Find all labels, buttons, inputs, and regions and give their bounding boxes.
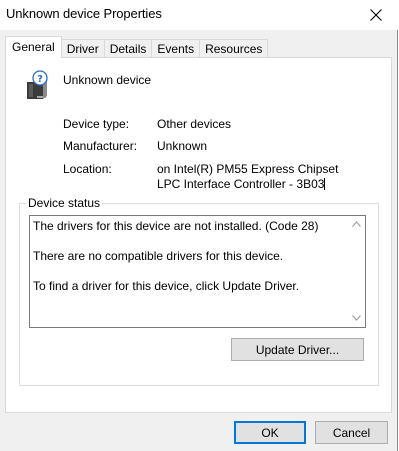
device-status-group: Device status The drivers for this devic…: [19, 196, 379, 386]
text-caret: [324, 178, 326, 190]
svg-text:?: ?: [37, 74, 43, 85]
scroll-up-icon[interactable]: [352, 221, 361, 227]
location-value-text: on Intel(R) PM55 Express Chipset LPC Int…: [157, 162, 339, 191]
unknown-device-icon: ?: [27, 70, 48, 99]
properties-dialog: Unknown device Properties General Driver…: [0, 0, 398, 451]
update-driver-button[interactable]: Update Driver...: [231, 338, 364, 361]
cancel-button[interactable]: Cancel: [315, 421, 388, 444]
device-status-textbox[interactable]: The drivers for this device are not inst…: [29, 215, 366, 328]
window-title: Unknown device Properties: [6, 6, 162, 21]
manufacturer-label: Manufacturer:: [63, 139, 138, 153]
general-tab-panel: ? Unknown device Device type: Other devi…: [5, 57, 392, 413]
ok-button[interactable]: OK: [234, 421, 306, 444]
tab-resources[interactable]: Resources: [199, 39, 269, 58]
tab-details[interactable]: Details: [103, 39, 153, 58]
device-status-text: The drivers for this device are not inst…: [33, 219, 319, 293]
device-type-value: Other devices: [157, 117, 232, 131]
location-label: Location:: [63, 162, 112, 176]
device-name: Unknown device: [63, 73, 152, 87]
tab-strip: General Driver Details Events Resources: [5, 36, 269, 58]
title-bar[interactable]: Unknown device Properties: [0, 0, 398, 30]
close-button[interactable]: [354, 0, 398, 30]
status-scrollbar[interactable]: [348, 216, 365, 327]
close-icon: [370, 9, 382, 21]
tab-driver[interactable]: Driver: [60, 39, 105, 58]
manufacturer-value: Unknown: [157, 139, 208, 153]
tab-events[interactable]: Events: [151, 39, 201, 58]
device-type-label: Device type:: [63, 117, 130, 131]
tab-general[interactable]: General: [5, 36, 62, 58]
device-status-legend: Device status: [26, 196, 103, 210]
location-value[interactable]: on Intel(R) PM55 Express Chipset LPC Int…: [157, 162, 357, 192]
scroll-down-icon[interactable]: [352, 315, 361, 321]
